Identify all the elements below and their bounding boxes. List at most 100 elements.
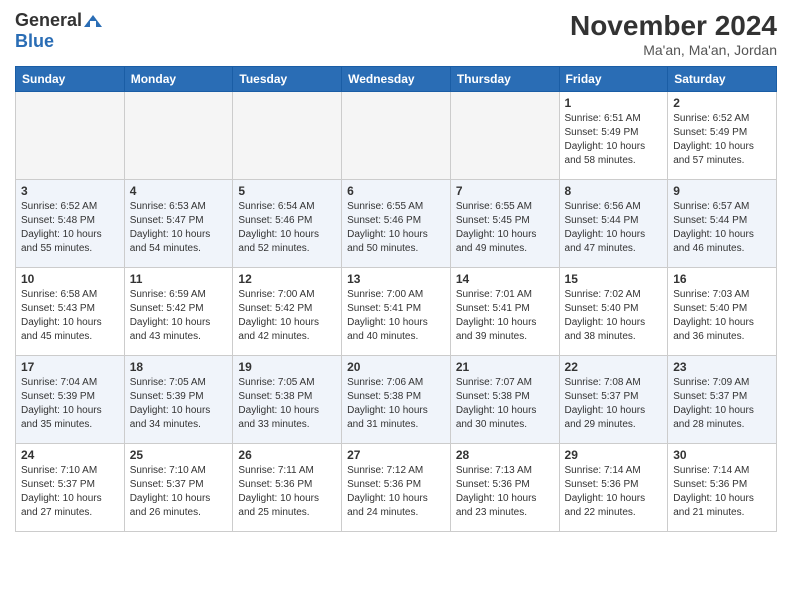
calendar-day-cell: 1 Sunrise: 6:51 AMSunset: 5:49 PMDaylight… (559, 92, 668, 180)
header-sunday: Sunday (16, 67, 125, 92)
day-info: Sunrise: 6:52 AMSunset: 5:49 PMDaylight:… (673, 112, 771, 168)
calendar-day-cell: 11Sunrise: 6:59 AMSunset: 5:42 PMDayligh… (124, 268, 233, 356)
calendar-day-cell: 28 Sunrise: 7:13 AMSunset: 5:36 PMDayligh… (450, 444, 559, 532)
day-number: 28 (456, 448, 554, 462)
day-number: 16 (673, 272, 771, 286)
calendar-day-cell: 6Sunrise: 6:55 AMSunset: 5:46 PMDaylight… (342, 180, 451, 268)
day-info: Sunrise: 7:08 AMSunset: 5:37 PMDaylight:… (565, 376, 663, 432)
day-number: 2 (673, 96, 771, 110)
day-number: 10 (21, 272, 119, 286)
calendar-day-cell: 12 Sunrise: 7:00 AMSunset: 5:42 PMDayligh… (233, 268, 342, 356)
day-info: Sunrise: 7:10 AMSunset: 5:37 PMDaylight:… (21, 464, 119, 520)
calendar-day-cell: 26 Sunrise: 7:11 AMSunset: 5:36 PMDayligh… (233, 444, 342, 532)
calendar-day-cell: 16 Sunrise: 7:03 AMSunset: 5:40 PMDayligh… (668, 268, 777, 356)
calendar-day-cell (450, 92, 559, 180)
calendar-day-cell: 25Sunrise: 7:10 AMSunset: 5:37 PMDayligh… (124, 444, 233, 532)
day-info: Sunrise: 7:02 AMSunset: 5:40 PMDaylight:… (565, 288, 663, 344)
day-info: Sunrise: 6:55 AMSunset: 5:46 PMDaylight:… (347, 200, 445, 256)
day-info: Sunrise: 7:05 AMSunset: 5:39 PMDaylight:… (130, 376, 228, 432)
day-number: 9 (673, 184, 771, 198)
day-number: 29 (565, 448, 663, 462)
day-info: Sunrise: 7:05 AMSunset: 5:38 PMDaylight:… (238, 376, 336, 432)
day-number: 23 (673, 360, 771, 374)
header-monday: Monday (124, 67, 233, 92)
calendar-day-cell: 17Sunrise: 7:04 AMSunset: 5:39 PMDayligh… (16, 356, 125, 444)
calendar-week-row: 10 Sunrise: 6:58 AMSunset: 5:43 PMDayligh… (16, 268, 777, 356)
day-number: 14 (456, 272, 554, 286)
weekday-header-row: Sunday Monday Tuesday Wednesday Thursday… (16, 67, 777, 92)
day-number: 25 (130, 448, 228, 462)
day-info: Sunrise: 7:00 AMSunset: 5:41 PMDaylight:… (347, 288, 445, 344)
calendar-day-cell: 3 Sunrise: 6:52 AMSunset: 5:48 PMDaylight… (16, 180, 125, 268)
page: General Blue November 2024 Ma'an, Ma'an,… (0, 0, 792, 542)
month-title: November 2024 (570, 10, 777, 42)
calendar-day-cell: 13 Sunrise: 7:00 AMSunset: 5:41 PMDayligh… (342, 268, 451, 356)
day-info: Sunrise: 6:54 AMSunset: 5:46 PMDaylight:… (238, 200, 336, 256)
day-number: 13 (347, 272, 445, 286)
day-info: Sunrise: 7:03 AMSunset: 5:40 PMDaylight:… (673, 288, 771, 344)
calendar-day-cell (16, 92, 125, 180)
header-thursday: Thursday (450, 67, 559, 92)
calendar-day-cell: 18 Sunrise: 7:05 AMSunset: 5:39 PMDayligh… (124, 356, 233, 444)
day-info: Sunrise: 7:14 AMSunset: 5:36 PMDaylight:… (673, 464, 771, 520)
calendar-day-cell: 27Sunrise: 7:12 AMSunset: 5:36 PMDayligh… (342, 444, 451, 532)
day-number: 7 (456, 184, 554, 198)
location: Ma'an, Ma'an, Jordan (570, 42, 777, 58)
calendar: Sunday Monday Tuesday Wednesday Thursday… (15, 66, 777, 532)
logo-blue-text: Blue (15, 31, 54, 51)
day-number: 26 (238, 448, 336, 462)
day-number: 1 (565, 96, 663, 110)
calendar-week-row: 17Sunrise: 7:04 AMSunset: 5:39 PMDayligh… (16, 356, 777, 444)
header-wednesday: Wednesday (342, 67, 451, 92)
day-info: Sunrise: 6:58 AMSunset: 5:43 PMDaylight:… (21, 288, 119, 344)
logo: General Blue (15, 10, 104, 52)
day-info: Sunrise: 6:51 AMSunset: 5:49 PMDaylight:… (565, 112, 663, 168)
day-info: Sunrise: 7:04 AMSunset: 5:39 PMDaylight:… (21, 376, 119, 432)
calendar-day-cell: 30 Sunrise: 7:14 AMSunset: 5:36 PMDayligh… (668, 444, 777, 532)
calendar-day-cell: 4 Sunrise: 6:53 AMSunset: 5:47 PMDaylight… (124, 180, 233, 268)
day-info: Sunrise: 7:00 AMSunset: 5:42 PMDaylight:… (238, 288, 336, 344)
header-saturday: Saturday (668, 67, 777, 92)
calendar-day-cell: 15 Sunrise: 7:02 AMSunset: 5:40 PMDayligh… (559, 268, 668, 356)
calendar-day-cell (342, 92, 451, 180)
day-info: Sunrise: 7:14 AMSunset: 5:36 PMDaylight:… (565, 464, 663, 520)
calendar-day-cell: 22 Sunrise: 7:08 AMSunset: 5:37 PMDayligh… (559, 356, 668, 444)
day-number: 20 (347, 360, 445, 374)
calendar-week-row: 24Sunrise: 7:10 AMSunset: 5:37 PMDayligh… (16, 444, 777, 532)
day-info: Sunrise: 6:53 AMSunset: 5:47 PMDaylight:… (130, 200, 228, 256)
day-number: 30 (673, 448, 771, 462)
day-info: Sunrise: 7:13 AMSunset: 5:36 PMDaylight:… (456, 464, 554, 520)
day-info: Sunrise: 6:57 AMSunset: 5:44 PMDaylight:… (673, 200, 771, 256)
logo-icon (82, 13, 104, 29)
header-friday: Friday (559, 67, 668, 92)
day-info: Sunrise: 7:09 AMSunset: 5:37 PMDaylight:… (673, 376, 771, 432)
day-number: 19 (238, 360, 336, 374)
calendar-day-cell: 10 Sunrise: 6:58 AMSunset: 5:43 PMDayligh… (16, 268, 125, 356)
day-info: Sunrise: 6:52 AMSunset: 5:48 PMDaylight:… (21, 200, 119, 256)
header: General Blue November 2024 Ma'an, Ma'an,… (15, 10, 777, 58)
day-number: 15 (565, 272, 663, 286)
calendar-day-cell: 8 Sunrise: 6:56 AMSunset: 5:44 PMDaylight… (559, 180, 668, 268)
day-number: 11 (130, 272, 228, 286)
day-number: 18 (130, 360, 228, 374)
day-number: 4 (130, 184, 228, 198)
day-number: 21 (456, 360, 554, 374)
calendar-day-cell: 5 Sunrise: 6:54 AMSunset: 5:46 PMDaylight… (233, 180, 342, 268)
day-info: Sunrise: 7:06 AMSunset: 5:38 PMDaylight:… (347, 376, 445, 432)
calendar-day-cell: 19 Sunrise: 7:05 AMSunset: 5:38 PMDayligh… (233, 356, 342, 444)
day-number: 8 (565, 184, 663, 198)
day-number: 5 (238, 184, 336, 198)
day-info: Sunrise: 7:01 AMSunset: 5:41 PMDaylight:… (456, 288, 554, 344)
logo-general-text: General (15, 10, 82, 31)
day-info: Sunrise: 7:11 AMSunset: 5:36 PMDaylight:… (238, 464, 336, 520)
day-number: 3 (21, 184, 119, 198)
calendar-day-cell: 9 Sunrise: 6:57 AMSunset: 5:44 PMDaylight… (668, 180, 777, 268)
day-number: 22 (565, 360, 663, 374)
calendar-day-cell: 21Sunrise: 7:07 AMSunset: 5:38 PMDayligh… (450, 356, 559, 444)
calendar-day-cell: 2 Sunrise: 6:52 AMSunset: 5:49 PMDaylight… (668, 92, 777, 180)
calendar-day-cell: 23 Sunrise: 7:09 AMSunset: 5:37 PMDayligh… (668, 356, 777, 444)
day-info: Sunrise: 6:56 AMSunset: 5:44 PMDaylight:… (565, 200, 663, 256)
calendar-day-cell (233, 92, 342, 180)
day-info: Sunrise: 7:12 AMSunset: 5:36 PMDaylight:… (347, 464, 445, 520)
day-number: 12 (238, 272, 336, 286)
